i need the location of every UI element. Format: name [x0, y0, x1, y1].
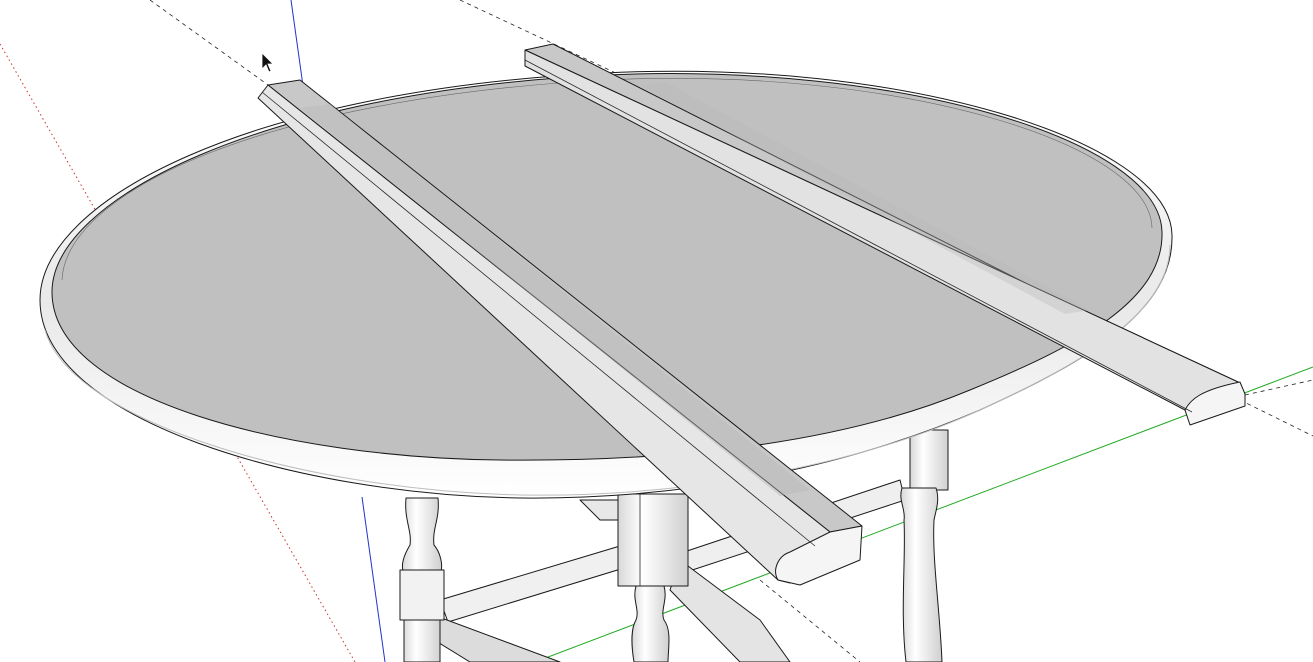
- scene-canvas[interactable]: [0, 0, 1313, 662]
- leg-center[interactable]: [617, 493, 689, 662]
- guide-line-right: [1239, 399, 1313, 437]
- leg-right[interactable]: [900, 429, 949, 662]
- model-viewport[interactable]: [0, 0, 1313, 662]
- arrow-cursor-icon: [261, 52, 274, 73]
- blue-axis-line-lower: [361, 496, 386, 662]
- guide-line-far-right: [1244, 379, 1313, 396]
- leg-left[interactable]: [399, 497, 445, 662]
